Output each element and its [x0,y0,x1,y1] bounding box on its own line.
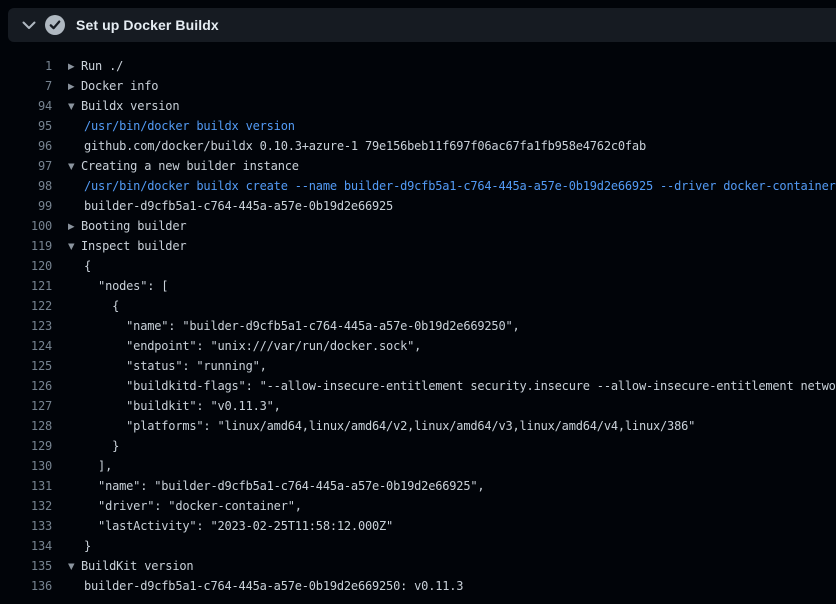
log-line: 134} [0,536,836,556]
line-number[interactable]: 131 [0,479,52,493]
line-number[interactable]: 124 [0,339,52,353]
triangle-right-icon[interactable]: ▶ [68,62,81,72]
log-line: 124 "endpoint": "unix:///var/run/docker.… [0,336,836,356]
group-label: Creating a new builder instance [81,159,299,173]
log-line: 132 "driver": "docker-container", [0,496,836,516]
triangle-down-icon[interactable]: ▼ [68,162,81,172]
log-group-line[interactable]: 135 ▼BuildKit version [0,556,836,576]
line-number[interactable]: 126 [0,379,52,393]
log-command-line: 95/usr/bin/docker buildx version [0,116,836,136]
line-number[interactable]: 95 [0,119,52,133]
group-label: Run ./ [81,59,123,73]
line-number[interactable]: 122 [0,299,52,313]
line-number[interactable]: 119 [0,239,52,253]
group-label: Docker info [81,79,158,93]
log-line: 99 builder-d9cfb5a1-c764-445a-a57e-0b19d2… [0,196,836,216]
log-line: 126 "buildkitd-flags": "--allow-insecure… [0,376,836,396]
log-text: { [84,259,91,273]
line-number[interactable]: 136 [0,579,52,593]
line-number[interactable]: 127 [0,399,52,413]
log-line: 127 "buildkit": "v0.11.3", [0,396,836,416]
line-number[interactable]: 121 [0,279,52,293]
log-group-line[interactable]: 94 ▼Buildx version [0,96,836,116]
log-text: "buildkitd-flags": "--allow-insecure-ent… [84,379,836,393]
line-number[interactable]: 100 [0,219,52,233]
log-text: } [84,439,119,453]
log-text: "name": "builder-d9cfb5a1-c764-445a-a57e… [84,319,520,333]
line-number[interactable]: 98 [0,179,52,193]
group-label: Inspect builder [81,239,186,253]
triangle-right-icon[interactable]: ▶ [68,222,81,232]
line-number[interactable]: 135 [0,559,52,573]
log-line: 133 "lastActivity": "2023-02-25T11:58:12… [0,516,836,536]
triangle-down-icon[interactable]: ▼ [68,242,81,252]
step-header[interactable]: Set up Docker Buildx [8,8,836,42]
step-title: Set up Docker Buildx [76,17,219,33]
log-text: "buildkit": "v0.11.3", [84,399,281,413]
log-command-line: 98/usr/bin/docker buildx create --name b… [0,176,836,196]
line-number[interactable]: 133 [0,519,52,533]
line-number[interactable]: 99 [0,199,52,213]
log-line: 122 { [0,296,836,316]
log-text: github.com/docker/buildx 0.10.3+azure-1 … [84,139,646,153]
log-text: "lastActivity": "2023-02-25T11:58:12.000… [84,519,393,533]
log-line: 125 "status": "running", [0,356,836,376]
command-text: /usr/bin/docker buildx version [84,119,295,133]
log-text: "platforms": "linux/amd64,linux/amd64/v2… [84,419,695,433]
line-number[interactable]: 7 [0,79,52,93]
log-text: { [84,299,119,313]
group-label: Booting builder [81,219,186,233]
log-line: 120 { [0,256,836,276]
line-number[interactable]: 123 [0,319,52,333]
log-text: builder-d9cfb5a1-c764-445a-a57e-0b19d2e6… [84,579,463,593]
log-line: 130 ], [0,456,836,476]
log-group-line[interactable]: 7 ▶Docker info [0,76,836,96]
line-number[interactable]: 120 [0,259,52,273]
command-text: /usr/bin/docker buildx create --name bui… [84,179,836,193]
log-line: 129 } [0,436,836,456]
log-group-line[interactable]: 119 ▼Inspect builder [0,236,836,256]
group-label: Buildx version [81,99,179,113]
log-group-line[interactable]: 1 ▶Run ./ [0,56,836,76]
log-text: "nodes": [ [84,279,168,293]
line-number[interactable]: 97 [0,159,52,173]
line-number[interactable]: 94 [0,99,52,113]
line-number[interactable]: 1 [0,59,52,73]
triangle-down-icon[interactable]: ▼ [68,562,81,572]
line-number[interactable]: 130 [0,459,52,473]
log-text: "endpoint": "unix:///var/run/docker.sock… [84,339,421,353]
check-circle-icon [45,15,65,35]
chevron-down-icon[interactable] [22,21,36,30]
log-output: 1▶Run ./ 7▶Docker info 94▼Buildx version… [0,42,836,604]
log-line: 131 "name": "builder-d9cfb5a1-c764-445a-… [0,476,836,496]
line-number[interactable]: 129 [0,439,52,453]
group-label: BuildKit version [81,559,193,573]
line-number[interactable]: 132 [0,499,52,513]
log-text: builder-d9cfb5a1-c764-445a-a57e-0b19d2e6… [84,199,393,213]
log-text: "driver": "docker-container", [84,499,302,513]
log-line: 96 github.com/docker/buildx 0.10.3+azure-… [0,136,836,156]
line-number[interactable]: 128 [0,419,52,433]
log-text: "name": "builder-d9cfb5a1-c764-445a-a57e… [84,479,484,493]
log-line: 128 "platforms": "linux/amd64,linux/amd6… [0,416,836,436]
triangle-down-icon[interactable]: ▼ [68,102,81,112]
triangle-right-icon[interactable]: ▶ [68,82,81,92]
log-line: 136 builder-d9cfb5a1-c764-445a-a57e-0b19d… [0,576,836,596]
log-text: ], [84,459,112,473]
log-text: "status": "running", [84,359,267,373]
log-group-line[interactable]: 97 ▼Creating a new builder instance [0,156,836,176]
log-text: } [84,539,91,553]
log-group-line[interactable]: 100 ▶Booting builder [0,216,836,236]
log-line: 123 "name": "builder-d9cfb5a1-c764-445a-… [0,316,836,336]
log-line: 121 "nodes": [ [0,276,836,296]
line-number[interactable]: 125 [0,359,52,373]
line-number[interactable]: 96 [0,139,52,153]
line-number[interactable]: 134 [0,539,52,553]
